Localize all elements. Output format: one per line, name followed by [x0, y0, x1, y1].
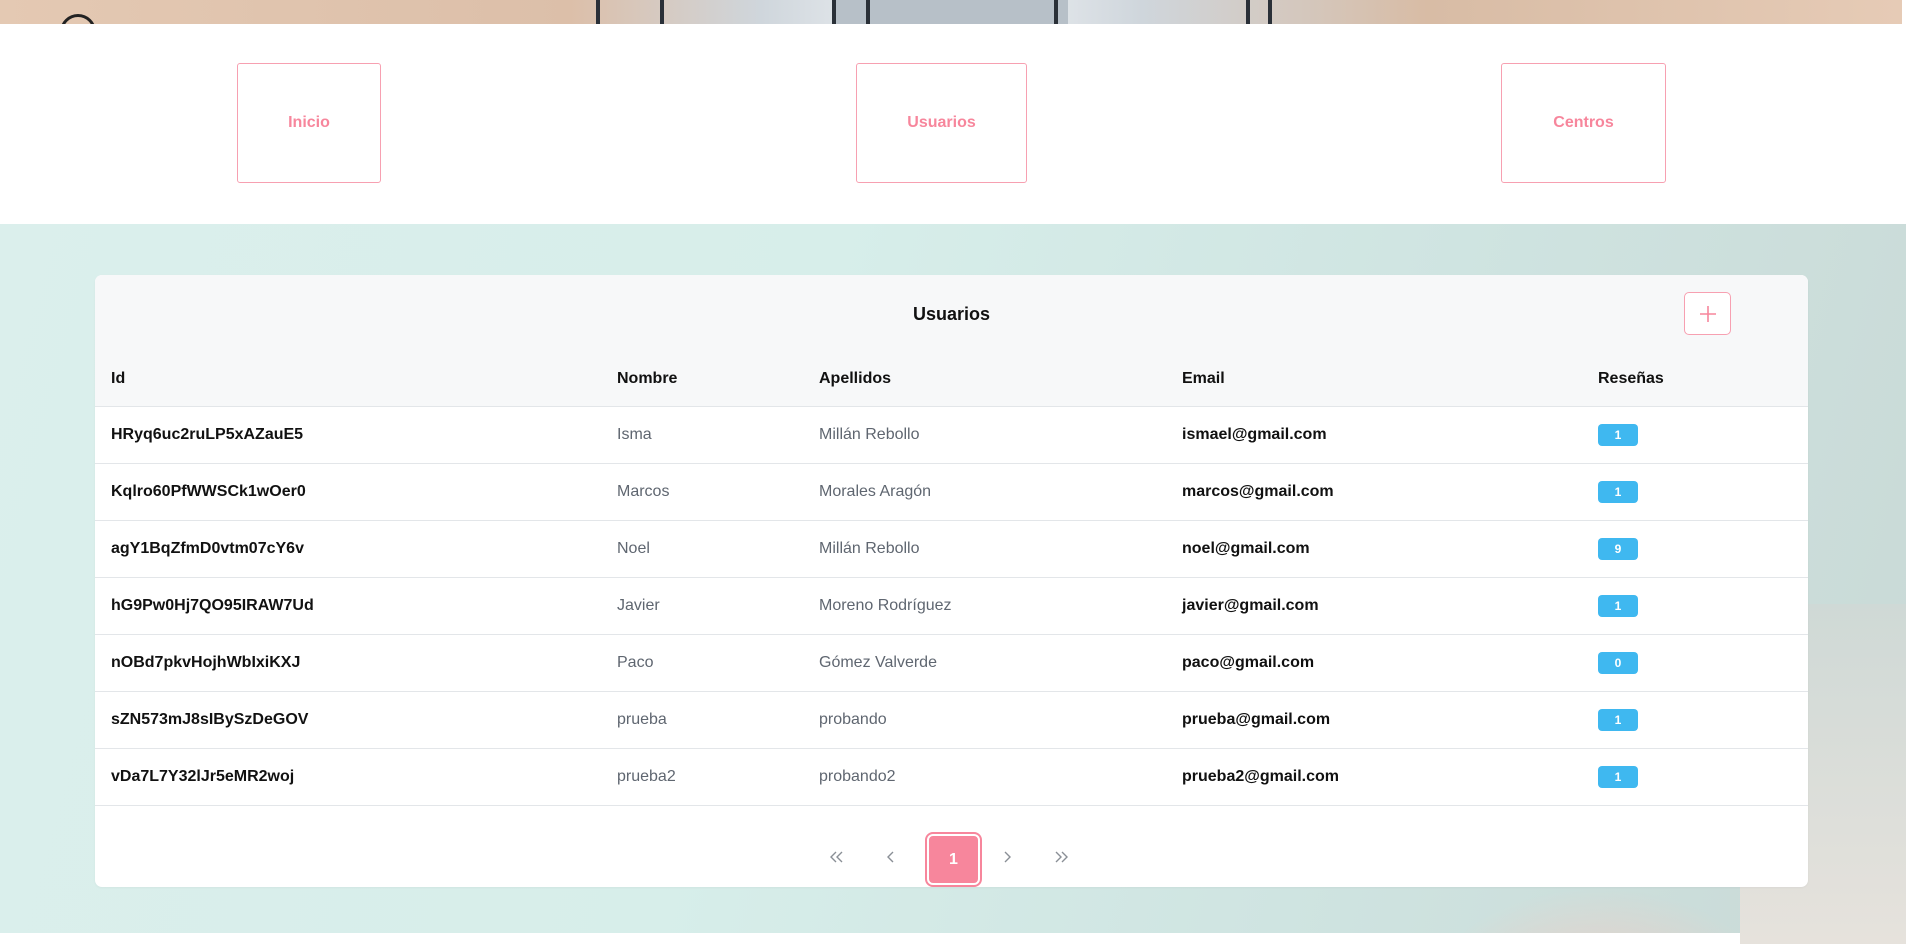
cell-resenas: 1 — [1598, 691, 1808, 749]
hero-decoration — [60, 14, 96, 24]
cell-email: marcos@gmail.com — [1182, 463, 1598, 521]
nav-usuarios-button[interactable]: Usuarios — [856, 63, 1027, 183]
cell-id: hG9Pw0Hj7QO95IRAW7Ud — [95, 577, 617, 635]
table-row[interactable]: sZN573mJ8sIBySzDeGOV prueba probando pru… — [95, 691, 1808, 749]
cell-resenas: 1 — [1598, 463, 1808, 521]
cell-apellidos: Moreno Rodríguez — [819, 577, 1182, 635]
cell-resenas: 1 — [1598, 748, 1808, 806]
cell-apellidos: Millán Rebollo — [819, 406, 1182, 464]
table-row[interactable]: nOBd7pkvHojhWbIxiKXJ Paco Gómez Valverde… — [95, 634, 1808, 692]
plus-icon — [1699, 305, 1716, 322]
nav-inicio-button[interactable]: Inicio — [237, 63, 381, 183]
header-email: Email — [1182, 353, 1598, 407]
header-nombre: Nombre — [617, 353, 819, 407]
chevron-right-icon — [1004, 851, 1011, 863]
header-id: Id — [95, 353, 617, 407]
cell-id: vDa7L7Y32lJr5eMR2woj — [95, 748, 617, 806]
reviews-count-badge: 0 — [1598, 651, 1638, 674]
cell-resenas: 0 — [1598, 634, 1808, 692]
next-page-button[interactable] — [995, 834, 1019, 880]
cell-email: javier@gmail.com — [1182, 577, 1598, 635]
cell-id: Kqlro60PfWWSCk1wOer0 — [95, 463, 617, 521]
card-title: Usuarios — [912, 304, 991, 324]
table-row[interactable]: Kqlro60PfWWSCk1wOer0 Marcos Morales Arag… — [95, 463, 1808, 521]
reviews-count-badge: 1 — [1598, 765, 1638, 788]
cell-nombre: prueba2 — [617, 748, 819, 806]
cell-nombre: Paco — [617, 634, 819, 692]
cell-apellidos: probando — [819, 691, 1182, 749]
double-chevron-left-icon — [830, 851, 843, 863]
last-page-button[interactable] — [1049, 834, 1073, 880]
hero-image — [0, 0, 1902, 24]
reviews-count-badge: 1 — [1598, 480, 1638, 503]
cell-id: sZN573mJ8sIBySzDeGOV — [95, 691, 617, 749]
cell-nombre: Marcos — [617, 463, 819, 521]
users-table: Id Nombre Apellidos Email Reseñas HRyq6u… — [95, 353, 1808, 806]
reviews-count-badge: 9 — [1598, 537, 1638, 560]
cell-id: agY1BqZfmD0vtm07cY6v — [95, 520, 617, 578]
cell-apellidos: Millán Rebollo — [819, 520, 1182, 578]
first-page-button[interactable] — [825, 834, 849, 880]
reviews-count-badge: 1 — [1598, 594, 1638, 617]
header-resenas: Reseñas — [1598, 353, 1808, 407]
cell-apellidos: Morales Aragón — [819, 463, 1182, 521]
cell-apellidos: probando2 — [819, 748, 1182, 806]
cell-email: noel@gmail.com — [1182, 520, 1598, 578]
cell-resenas: 1 — [1598, 406, 1808, 464]
cell-id: HRyq6uc2ruLP5xAZauE5 — [95, 406, 617, 464]
header-apellidos: Apellidos — [819, 353, 1182, 407]
double-chevron-right-icon — [1055, 851, 1068, 863]
add-user-button[interactable] — [1684, 292, 1731, 335]
page-1-button[interactable]: 1 — [925, 832, 982, 887]
cell-email: prueba2@gmail.com — [1182, 748, 1598, 806]
cell-nombre: prueba — [617, 691, 819, 749]
table-header-row: Id Nombre Apellidos Email Reseñas — [95, 353, 1808, 407]
pagination: 1 — [95, 811, 1808, 887]
cell-email: ismael@gmail.com — [1182, 406, 1598, 464]
table-row[interactable]: agY1BqZfmD0vtm07cY6v Noel Millán Rebollo… — [95, 520, 1808, 578]
table-row[interactable]: HRyq6uc2ruLP5xAZauE5 Isma Millán Rebollo… — [95, 406, 1808, 464]
cell-nombre: Noel — [617, 520, 819, 578]
chevron-left-icon — [887, 851, 894, 863]
cell-nombre: Isma — [617, 406, 819, 464]
main-nav: Inicio Usuarios Centros — [0, 24, 1902, 224]
cell-resenas: 1 — [1598, 577, 1808, 635]
cell-apellidos: Gómez Valverde — [819, 634, 1182, 692]
prev-page-button[interactable] — [879, 834, 903, 880]
reviews-count-badge: 1 — [1598, 423, 1638, 446]
card-header: Usuarios — [95, 275, 1808, 354]
users-card: Usuarios Id Nombre Apellidos Email Reseñ… — [95, 275, 1808, 887]
nav-centros-button[interactable]: Centros — [1501, 63, 1666, 183]
cell-email: prueba@gmail.com — [1182, 691, 1598, 749]
table-row[interactable]: vDa7L7Y32lJr5eMR2woj prueba2 probando2 p… — [95, 748, 1808, 806]
cell-nombre: Javier — [617, 577, 819, 635]
cell-email: paco@gmail.com — [1182, 634, 1598, 692]
table-row[interactable]: hG9Pw0Hj7QO95IRAW7Ud Javier Moreno Rodrí… — [95, 577, 1808, 635]
reviews-count-badge: 1 — [1598, 708, 1638, 731]
cell-resenas: 9 — [1598, 520, 1808, 578]
cell-id: nOBd7pkvHojhWbIxiKXJ — [95, 634, 617, 692]
